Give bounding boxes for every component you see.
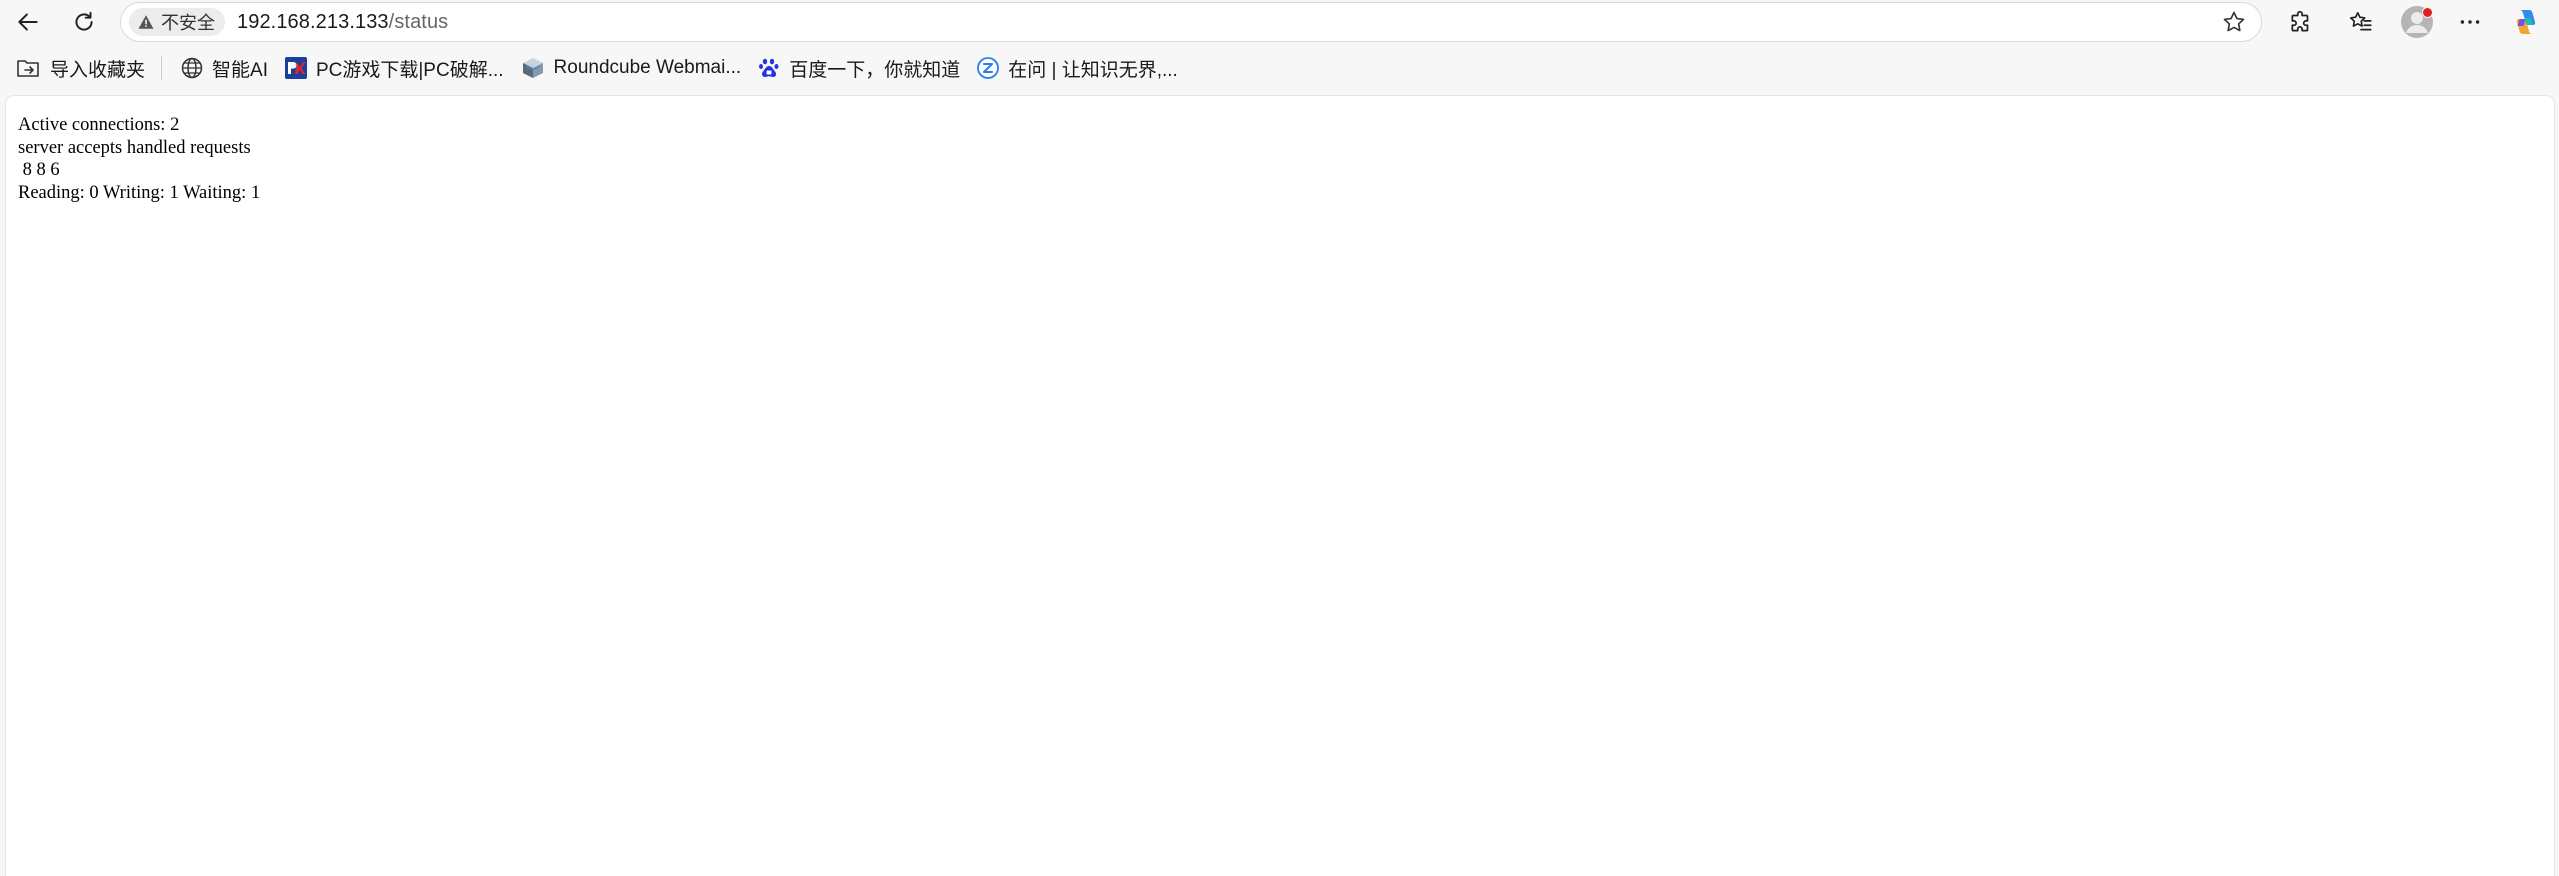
site-security-indicator[interactable]: 不安全 xyxy=(129,8,225,36)
profile-button[interactable] xyxy=(2399,4,2435,40)
page-viewport: Active connections: 2 server accepts han… xyxy=(6,96,2554,876)
roundcube-icon xyxy=(522,58,543,78)
browser-toolbar: 不安全 192.168.213.133/status xyxy=(0,0,2559,44)
puzzle-icon xyxy=(2291,10,2309,32)
bookmark-label: 在问 | 让知识无界,... xyxy=(1008,59,1178,81)
bookmark-separator xyxy=(161,56,163,80)
zaiwen-icon xyxy=(977,57,1000,79)
bookmark-roundcube-webmail[interactable]: Roundcube Webmai... xyxy=(512,51,750,85)
url-host: 192.168.213.133 xyxy=(237,11,389,33)
refresh-button[interactable] xyxy=(66,4,102,40)
status-line-active-connections: Active connections: 2 xyxy=(18,115,184,135)
baidu-paw-icon xyxy=(759,58,779,77)
bookmark-label: Roundcube Webmai... xyxy=(553,57,742,78)
address-bar[interactable]: 不安全 192.168.213.133/status xyxy=(120,2,2262,42)
copilot-icon xyxy=(2516,10,2536,34)
star-icon xyxy=(2223,11,2245,32)
status-line-reading-writing-waiting: Reading: 0 Writing: 1 Waiting: 1 xyxy=(18,183,265,204)
more-menu-button[interactable] xyxy=(2452,4,2488,40)
bookmark-pc-game-download[interactable]: PC游戏下载|PC破解... xyxy=(276,51,512,85)
refresh-icon xyxy=(75,11,93,31)
globe-icon xyxy=(181,57,203,79)
warning-triangle-icon xyxy=(138,15,154,29)
pc-game-site-icon xyxy=(284,57,307,79)
bookmark-smart-ai[interactable]: 智能AI xyxy=(172,51,276,85)
bookmark-zaiwen[interactable]: 在问 | 让知识无界,... xyxy=(968,51,1186,85)
ellipsis-icon xyxy=(2460,20,2480,24)
back-button[interactable] xyxy=(10,4,46,40)
bookmark-label: PC游戏下载|PC破解... xyxy=(315,59,504,81)
status-line-counters-values: 8 8 6 xyxy=(18,160,65,181)
bookmark-label: 智能AI xyxy=(212,59,268,81)
favorites-list-icon xyxy=(2349,11,2372,31)
extensions-button[interactable] xyxy=(2283,4,2319,40)
bookmark-baidu[interactable]: 百度一下，你就知道 xyxy=(749,51,968,85)
favorites-bar: 导入收藏夹 智能AI PC游戏下载|PC破解... Roundcube Webm… xyxy=(0,44,2559,92)
status-line-counters-header: server accepts handled requests xyxy=(18,137,251,158)
copilot-button[interactable] xyxy=(2508,4,2544,40)
favorites-button[interactable] xyxy=(2343,4,2379,40)
bookmark-import-favorites[interactable]: 导入收藏夹 xyxy=(8,51,153,85)
nginx-status-output: Active connections: 2 server accepts han… xyxy=(18,114,265,205)
security-label: 不安全 xyxy=(161,13,215,33)
add-favorite-button[interactable] xyxy=(2219,7,2249,37)
bookmark-label: 百度一下，你就知道 xyxy=(789,59,961,81)
notification-dot xyxy=(2422,7,2433,18)
bookmark-label: 导入收藏夹 xyxy=(50,59,146,81)
url-path: /status xyxy=(388,11,449,33)
arrow-left-icon xyxy=(18,13,38,31)
url-text[interactable]: 192.168.213.133/status xyxy=(237,3,448,41)
import-favorites-icon xyxy=(17,60,39,77)
